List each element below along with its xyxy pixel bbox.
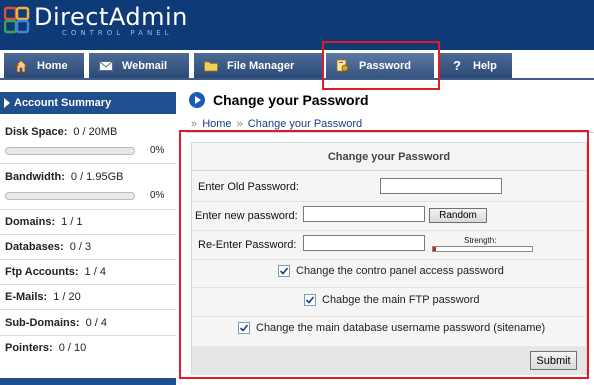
arrow-circle-icon <box>189 92 205 108</box>
sidebar-item-label: Databases: <box>5 241 64 253</box>
sidebar-item-value: 0 / 3 <box>69 241 92 253</box>
account-summary-sidebar: Account Summary Disk Space: 0 / 20MB 0% B… <box>0 80 176 385</box>
folder-icon <box>204 59 218 73</box>
bandwidth-value: 0 / 1.95GB <box>70 171 124 183</box>
breadcrumb: » Home » Change your Password <box>189 118 362 130</box>
sidebar-footer-bar <box>0 378 176 385</box>
sidebar-item-label: Sub-Domains: <box>5 317 80 329</box>
home-icon <box>14 59 28 73</box>
tab-webmail[interactable]: Webmail <box>89 53 189 78</box>
disk-space-value: 0 / 20MB <box>73 126 118 138</box>
sidebar-item-value: 1 / 1 <box>61 216 83 228</box>
tab-webmail-label: Webmail <box>122 59 168 72</box>
page-title-text: Change your Password <box>213 92 369 108</box>
sidebar-item-label: Pointers: <box>5 342 53 354</box>
sidebar-item: Databases: 0 / 3 <box>5 241 91 253</box>
sidebar-item-label: E-Mails: <box>5 291 48 303</box>
arrow-right-icon <box>4 98 10 108</box>
sidebar-item: Ftp Accounts: 1 / 4 <box>5 266 106 278</box>
bandwidth-row: Bandwidth: 0 / 1.95GB <box>5 171 123 183</box>
sidebar-divider <box>0 284 176 285</box>
sidebar-item: Domains: 1 / 1 <box>5 216 83 228</box>
sidebar-divider <box>0 335 176 336</box>
password-tab-highlight <box>322 41 440 90</box>
tab-file-manager[interactable]: File Manager <box>194 53 322 78</box>
bandwidth-bar <box>5 192 135 200</box>
sidebar-item: Pointers: 0 / 10 <box>5 342 86 354</box>
sidebar-item-value: 0 / 4 <box>85 317 107 329</box>
form-highlight <box>179 130 589 379</box>
page-title: Change your Password <box>189 92 369 108</box>
disk-space-label: Disk Space: <box>5 126 68 138</box>
bandwidth-label: Bandwidth: <box>5 171 65 183</box>
sidebar-item-value: 1 / 4 <box>84 266 106 278</box>
disk-space-row: Disk Space: 0 / 20MB <box>5 126 117 138</box>
disk-space-bar <box>5 147 135 155</box>
account-summary-title: Account Summary <box>14 97 112 109</box>
sidebar-divider <box>0 234 176 235</box>
tab-file-manager-label: File Manager <box>227 59 295 72</box>
sidebar-item-label: Domains: <box>5 216 56 228</box>
sidebar-item: E-Mails: 1 / 20 <box>5 291 81 303</box>
bandwidth-percent: 0% <box>150 190 165 201</box>
directadmin-logo-icon <box>4 6 30 34</box>
logo-subtitle: CONTROL PANEL <box>62 29 173 37</box>
account-summary-header: Account Summary <box>0 92 176 114</box>
tab-home-label: Home <box>37 59 68 72</box>
tab-home[interactable]: Home <box>4 53 84 78</box>
sidebar-divider <box>0 309 176 310</box>
breadcrumb-home-link[interactable]: Home <box>202 118 231 130</box>
envelope-icon <box>99 59 113 73</box>
tab-help-label: Help <box>473 59 497 72</box>
sidebar-item-value: 0 / 10 <box>58 342 87 354</box>
sidebar-item: Sub-Domains: 0 / 4 <box>5 317 107 329</box>
sidebar-item-value: 1 / 20 <box>53 291 81 303</box>
sidebar-divider <box>0 163 176 164</box>
sidebar-divider <box>0 259 176 260</box>
logo-title: DirectAdmin <box>34 3 188 31</box>
breadcrumb-current-link[interactable]: Change your Password <box>248 118 362 130</box>
sidebar-item-label: Ftp Accounts: <box>5 266 79 278</box>
tab-help[interactable]: ? Help <box>440 53 512 78</box>
breadcrumb-separator: » <box>191 118 198 130</box>
disk-space-percent: 0% <box>150 145 165 156</box>
question-icon: ? <box>453 58 461 73</box>
sidebar-divider <box>0 209 176 210</box>
breadcrumb-separator: » <box>236 118 243 130</box>
app-header: DirectAdmin CONTROL PANEL <box>0 0 594 50</box>
